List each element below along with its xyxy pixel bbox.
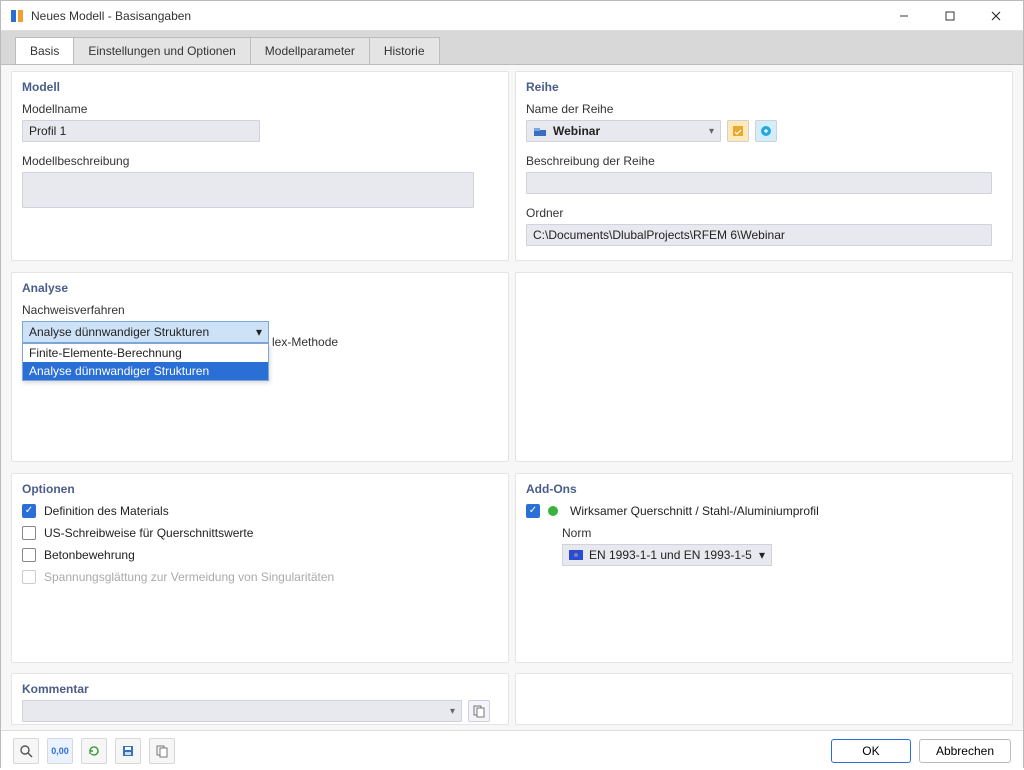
option-betonbewehrung[interactable]: Betonbewehrung — [22, 548, 498, 562]
ok-button[interactable]: OK — [831, 739, 911, 763]
checkbox-icon: ✓ — [22, 504, 36, 518]
option-spannungsglaettung: Spannungsglättung zur Vermeidung von Sin… — [22, 570, 498, 584]
option-label: Betonbewehrung — [44, 548, 135, 562]
reihe-name-dropdown[interactable]: Webinar ▾ — [526, 120, 721, 142]
nachweisverfahren-label: Nachweisverfahren — [22, 303, 498, 317]
status-dot-icon — [548, 506, 558, 516]
chevron-down-icon: ▾ — [709, 126, 714, 137]
tab-basis[interactable]: Basis — [15, 37, 74, 64]
modellname-label: Modellname — [22, 102, 498, 116]
dropdown-option-fem[interactable]: Finite-Elemente-Berechnung — [23, 344, 268, 362]
checkbox-icon — [22, 548, 36, 562]
group-addons: Add-Ons ✓ Wirksamer Querschnitt / Stahl-… — [515, 473, 1013, 663]
group-optionen: Optionen ✓ Definition des Materials US-S… — [11, 473, 509, 663]
option-us-schreibweise[interactable]: US-Schreibweise für Querschnittswerte — [22, 526, 498, 540]
cancel-button[interactable]: Abbrechen — [919, 739, 1011, 763]
group-reihe-heading: Reihe — [526, 80, 1002, 94]
group-modell: Modell Modellname Profil 1 Modellbeschre… — [11, 71, 509, 261]
tab-historie[interactable]: Historie — [369, 37, 440, 64]
modellbeschreibung-label: Modellbeschreibung — [22, 154, 498, 168]
group-analyse-right — [515, 272, 1013, 462]
kommentar-copy-button[interactable] — [468, 700, 490, 722]
nachweisverfahren-dropdown[interactable]: Analyse dünnwandiger Strukturen ▾ — [22, 321, 269, 343]
group-modell-heading: Modell — [22, 80, 498, 94]
group-addons-heading: Add-Ons — [526, 482, 1002, 496]
group-reihe: Reihe Name der Reihe Webinar ▾ Beschreib… — [515, 71, 1013, 261]
modellbeschreibung-input[interactable] — [22, 172, 474, 208]
group-optionen-heading: Optionen — [22, 482, 498, 496]
reihe-desc-label: Beschreibung der Reihe — [526, 154, 1002, 168]
tool-search[interactable] — [13, 738, 39, 764]
tool-save[interactable] — [115, 738, 141, 764]
nachweisverfahren-value: Analyse dünnwandiger Strukturen — [29, 325, 209, 339]
tab-bar: Basis Einstellungen und Optionen Modellp… — [1, 31, 1023, 65]
option-definition-material[interactable]: ✓ Definition des Materials — [22, 504, 498, 518]
kommentar-input[interactable]: ▾ — [22, 700, 462, 722]
modellname-value: Profil 1 — [29, 124, 66, 138]
reihe-desc-input[interactable] — [526, 172, 992, 194]
titlebar: Neues Modell - Basisangaben — [1, 1, 1023, 31]
norm-label: Norm — [562, 526, 1002, 540]
footer: 0,00 OK Abbrechen — [1, 730, 1023, 770]
norm-dropdown[interactable]: EN 1993-1-1 und EN 1993-1-5 ▾ — [562, 544, 772, 566]
checkbox-icon — [22, 526, 36, 540]
ordner-input[interactable]: C:\Documents\DlubalProjects\RFEM 6\Webin… — [526, 224, 992, 246]
content-area: Modell Modellname Profil 1 Modellbeschre… — [1, 65, 1023, 730]
simplex-partial-text: lex-Methode — [272, 335, 338, 349]
ordner-label: Ordner — [526, 206, 1002, 220]
option-label: Spannungsglättung zur Vermeidung von Sin… — [44, 570, 334, 584]
chevron-down-icon: ▾ — [759, 548, 765, 562]
minimize-button[interactable] — [881, 1, 927, 31]
ordner-value: C:\Documents\DlubalProjects\RFEM 6\Webin… — [533, 228, 785, 242]
maximize-button[interactable] — [927, 1, 973, 31]
window-title: Neues Modell - Basisangaben — [31, 9, 191, 23]
reihe-name-value: Webinar — [553, 124, 600, 138]
checkbox-icon — [22, 570, 36, 584]
tool-units[interactable]: 0,00 — [47, 738, 73, 764]
checkbox-icon: ✓ — [526, 504, 540, 518]
group-kommentar-right — [515, 673, 1013, 725]
tool-copy[interactable] — [149, 738, 175, 764]
nachweisverfahren-dropdown-list: Finite-Elemente-Berechnung Analyse dünnw… — [22, 343, 269, 381]
modellname-input[interactable]: Profil 1 — [22, 120, 260, 142]
eu-flag-icon — [569, 550, 583, 560]
addon-wirksamer-querschnitt[interactable]: ✓ Wirksamer Querschnitt / Stahl-/Alumini… — [526, 504, 1002, 518]
reihe-name-label: Name der Reihe — [526, 102, 1002, 116]
group-analyse: Analyse Nachweisverfahren Analyse dünnwa… — [11, 272, 509, 462]
tab-modellparameter[interactable]: Modellparameter — [250, 37, 370, 64]
group-kommentar: Kommentar ▾ — [11, 673, 509, 725]
group-analyse-heading: Analyse — [22, 281, 498, 295]
app-icon — [9, 8, 25, 24]
addon-label: Wirksamer Querschnitt / Stahl-/Aluminium… — [570, 504, 819, 518]
reihe-edit-button[interactable] — [727, 120, 749, 142]
group-kommentar-heading: Kommentar — [22, 682, 498, 696]
norm-value: EN 1993-1-1 und EN 1993-1-5 — [589, 548, 752, 562]
close-button[interactable] — [973, 1, 1019, 31]
tab-einstellungen[interactable]: Einstellungen und Optionen — [73, 37, 250, 64]
chevron-down-icon: ▾ — [450, 706, 455, 717]
folder-icon — [533, 124, 547, 138]
dropdown-option-duennwandig[interactable]: Analyse dünnwandiger Strukturen — [23, 362, 268, 380]
option-label: Definition des Materials — [44, 504, 169, 518]
reihe-manage-button[interactable] — [755, 120, 777, 142]
chevron-down-icon: ▾ — [256, 325, 262, 339]
tool-refresh[interactable] — [81, 738, 107, 764]
option-label: US-Schreibweise für Querschnittswerte — [44, 526, 253, 540]
